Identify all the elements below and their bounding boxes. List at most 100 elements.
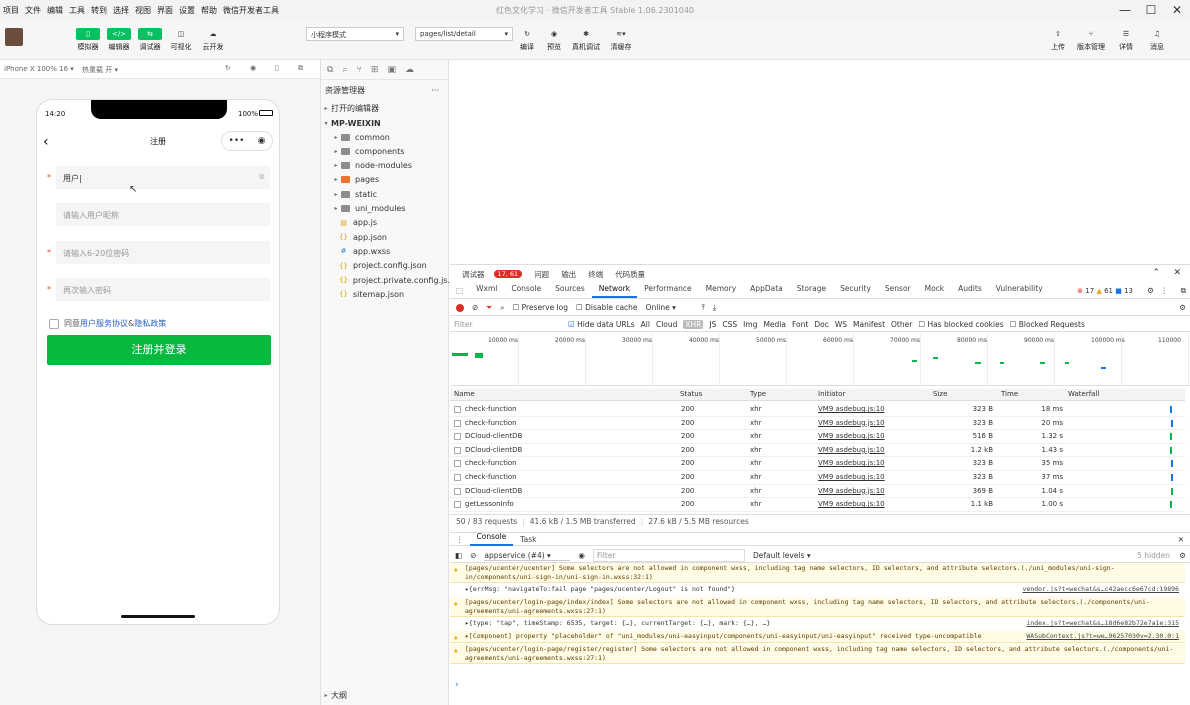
avatar[interactable]: [5, 28, 23, 46]
tab-performance[interactable]: Performance: [637, 284, 699, 298]
menu-item[interactable]: 选择: [110, 5, 132, 16]
type-filter[interactable]: Media: [763, 320, 786, 329]
menu-item[interactable]: 转到: [88, 5, 110, 16]
column-header[interactable]: Waterfall: [1068, 390, 1099, 398]
blocked-requests-checkbox[interactable]: ☐ Blocked Requests: [1010, 320, 1085, 329]
type-filter[interactable]: Other: [891, 320, 912, 329]
clear-icon[interactable]: ⊗: [258, 172, 265, 181]
devtools-top-tab[interactable]: 终端: [582, 269, 609, 280]
tab-network[interactable]: Network: [591, 284, 638, 298]
file-tree-item[interactable]: ▤ app.js: [321, 216, 449, 230]
throttle-select[interactable]: Online ▾: [646, 303, 694, 312]
tab-console[interactable]: Console: [469, 532, 514, 546]
column-header[interactable]: Type: [750, 390, 766, 398]
export-icon[interactable]: ⤓: [713, 303, 716, 313]
close-icon[interactable]: ✕: [1178, 535, 1184, 544]
collapse-icon[interactable]: ⌃: [1152, 268, 1160, 278]
preview-button[interactable]: ◉ 预览: [541, 28, 567, 52]
type-filter[interactable]: Doc: [814, 320, 829, 329]
record-icon[interactable]: ◉: [250, 64, 256, 72]
menu-item[interactable]: 工具: [66, 5, 88, 16]
outline-header[interactable]: ▸ 大纲: [321, 688, 449, 702]
file-tree-item[interactable]: ▸ uni_modules: [321, 202, 449, 216]
type-filter[interactable]: Img: [743, 320, 757, 329]
file-tree-item[interactable]: ▸ pages: [321, 173, 449, 187]
source-link[interactable]: WASubContext.js?t=we…96257030v=2.30.0:1: [1026, 632, 1179, 641]
service-link[interactable]: 用户服务协议: [80, 318, 128, 329]
menu-item[interactable]: 视图: [132, 5, 154, 16]
console-message[interactable]: ▲ [pages/ucenter/login-page/register/regi…: [450, 644, 1185, 664]
devtools-top-tab[interactable]: 调试器: [450, 269, 491, 280]
console-message[interactable]: ▲ ▸[Component] property "placeholder" of …: [450, 631, 1185, 643]
kebab-icon[interactable]: ⋮: [1161, 286, 1169, 295]
tab-appdata[interactable]: AppData: [743, 284, 790, 298]
rotate-icon[interactable]: ↻: [225, 64, 231, 72]
console-message[interactable]: ▲ [pages/ucenter/login-page/index/index] …: [450, 597, 1185, 617]
dock-icon[interactable]: ⧉: [1181, 286, 1186, 296]
menu-item[interactable]: 微信开发者工具: [220, 5, 282, 16]
device-select[interactable]: iPhone X 100% 16 ▾: [4, 65, 74, 73]
table-row[interactable]: DCloud-clientDB 200 xhr VM9 asdebug.js:10 51…: [450, 430, 1185, 444]
file-tree-item[interactable]: {} app.json: [321, 230, 449, 244]
table-row[interactable]: check-function 200 xhr VM9 asdebug.js:10 323…: [450, 471, 1185, 485]
gear-icon[interactable]: ⚙: [1147, 286, 1154, 295]
devtools-top-tab[interactable]: 问题: [528, 269, 555, 280]
row-checkbox[interactable]: [454, 406, 461, 413]
file-tree-item[interactable]: ▸ common: [321, 130, 449, 144]
clear-cache-button[interactable]: ≋▾ 清缓存: [608, 28, 634, 52]
type-filter[interactable]: Manifest: [853, 320, 885, 329]
more-icon[interactable]: •••: [229, 136, 245, 146]
tab-console[interactable]: Console: [504, 284, 548, 298]
column-header[interactable]: Initiator: [818, 390, 845, 398]
extensions-icon[interactable]: ⊞: [371, 65, 379, 75]
files-icon[interactable]: ⧉: [327, 65, 333, 75]
type-filter[interactable]: XHR: [683, 320, 704, 329]
context-select[interactable]: appservice (#4) ▾: [484, 551, 571, 561]
issue-counts[interactable]: ⊗ 17 ▲ 61 ■ 13: [1077, 287, 1133, 295]
password-input[interactable]: 请输入6-20位密码: [56, 241, 270, 264]
table-row[interactable]: DCloud-clientDB 200 xhr VM9 asdebug.js:10 36…: [450, 485, 1185, 499]
version-button[interactable]: ⑂ 版本管理: [1077, 28, 1105, 52]
row-checkbox[interactable]: [454, 474, 461, 481]
gear-icon[interactable]: ⚙: [1179, 551, 1186, 560]
console-prompt[interactable]: ›: [455, 680, 459, 690]
open-editors-header[interactable]: ▸ 打开的编辑器: [321, 101, 449, 115]
tab-sensor[interactable]: Sensor: [878, 284, 918, 298]
git-icon[interactable]: ⑂: [356, 65, 361, 75]
menu-item[interactable]: 项目: [0, 5, 22, 16]
maximize-icon[interactable]: ☐: [1138, 0, 1164, 20]
console-filter-input[interactable]: Filter: [592, 549, 745, 562]
request-initiator[interactable]: VM9 asdebug.js:10: [818, 500, 885, 508]
eye-icon[interactable]: ◉: [578, 551, 585, 560]
menu-item[interactable]: 编辑: [44, 5, 66, 16]
disable-cache-checkbox[interactable]: ☐ Disable cache: [576, 303, 638, 312]
real-debug-button[interactable]: ✱ 真机调试: [572, 28, 600, 52]
type-filter[interactable]: Font: [792, 320, 808, 329]
hotreload-select[interactable]: 热重载 开 ▾: [82, 65, 118, 75]
file-tree-item[interactable]: # app.wxss: [321, 244, 449, 258]
table-row[interactable]: check-function 200 xhr VM9 asdebug.js:10 323…: [450, 403, 1185, 417]
compile-button[interactable]: ↻ 编译: [514, 28, 540, 52]
console-message[interactable]: ▸{type: "tap", timeStamp: 6535, target: …: [450, 618, 1185, 630]
file-tree-item[interactable]: {} sitemap.json: [321, 287, 449, 301]
request-initiator[interactable]: VM9 asdebug.js:10: [818, 446, 885, 454]
request-initiator[interactable]: VM9 asdebug.js:10: [818, 473, 885, 481]
table-row[interactable]: DCloud-clientDB 200 xhr VM9 asdebug.js:10 1.…: [450, 444, 1185, 458]
file-tree-item[interactable]: ▸ components: [321, 144, 449, 158]
request-initiator[interactable]: VM9 asdebug.js:10: [818, 432, 885, 440]
type-filter[interactable]: CSS: [722, 320, 737, 329]
request-initiator[interactable]: VM9 asdebug.js:10: [818, 487, 885, 495]
preserve-log-checkbox[interactable]: ☐ Preserve log: [513, 303, 569, 312]
type-filter[interactable]: All: [641, 320, 650, 329]
row-checkbox[interactable]: [454, 487, 461, 495]
tab-mock[interactable]: Mock: [918, 284, 952, 298]
table-row[interactable]: getLessonInfo 200 xhr VM9 asdebug.js:10 1.1 …: [450, 498, 1185, 512]
more-icon[interactable]: ···: [431, 86, 439, 95]
page-select[interactable]: pages/list/detail ▾: [415, 27, 513, 41]
simulator-button[interactable]: ▯ 模拟器: [75, 28, 101, 52]
sidebar-icon[interactable]: ◧: [455, 551, 462, 560]
file-tree-item[interactable]: ▸ node-modules: [321, 159, 449, 173]
type-filter[interactable]: JS: [709, 320, 716, 329]
type-filter[interactable]: WS: [835, 320, 847, 329]
nickname-input[interactable]: 请输入用户昵称: [56, 203, 270, 226]
